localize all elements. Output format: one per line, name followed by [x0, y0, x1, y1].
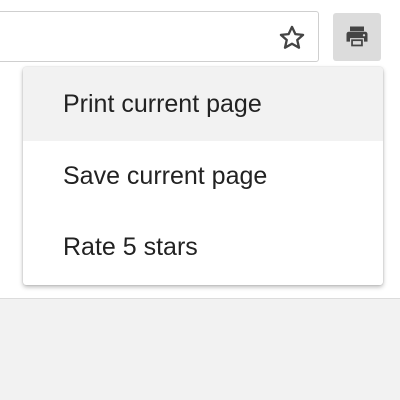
menu-item-label: Save current page	[63, 162, 268, 190]
star-icon	[279, 25, 305, 49]
browser-window: Print current page Save current page Rat…	[0, 0, 400, 400]
bookmark-star-button[interactable]	[277, 23, 307, 53]
browser-toolbar: Print current page Save current page Rat…	[0, 0, 400, 299]
address-bar[interactable]	[0, 11, 319, 62]
print-extension-button[interactable]	[333, 13, 381, 61]
menu-item-rate-5-stars[interactable]: Rate 5 stars	[23, 212, 383, 283]
extension-menu: Print current page Save current page Rat…	[23, 67, 383, 285]
menu-item-label: Rate 5 stars	[63, 233, 198, 261]
menu-item-print-current-page[interactable]: Print current page	[23, 67, 383, 141]
printer-icon	[346, 26, 368, 47]
menu-item-label: Print current page	[63, 89, 262, 118]
menu-item-save-current-page[interactable]: Save current page	[23, 141, 383, 212]
